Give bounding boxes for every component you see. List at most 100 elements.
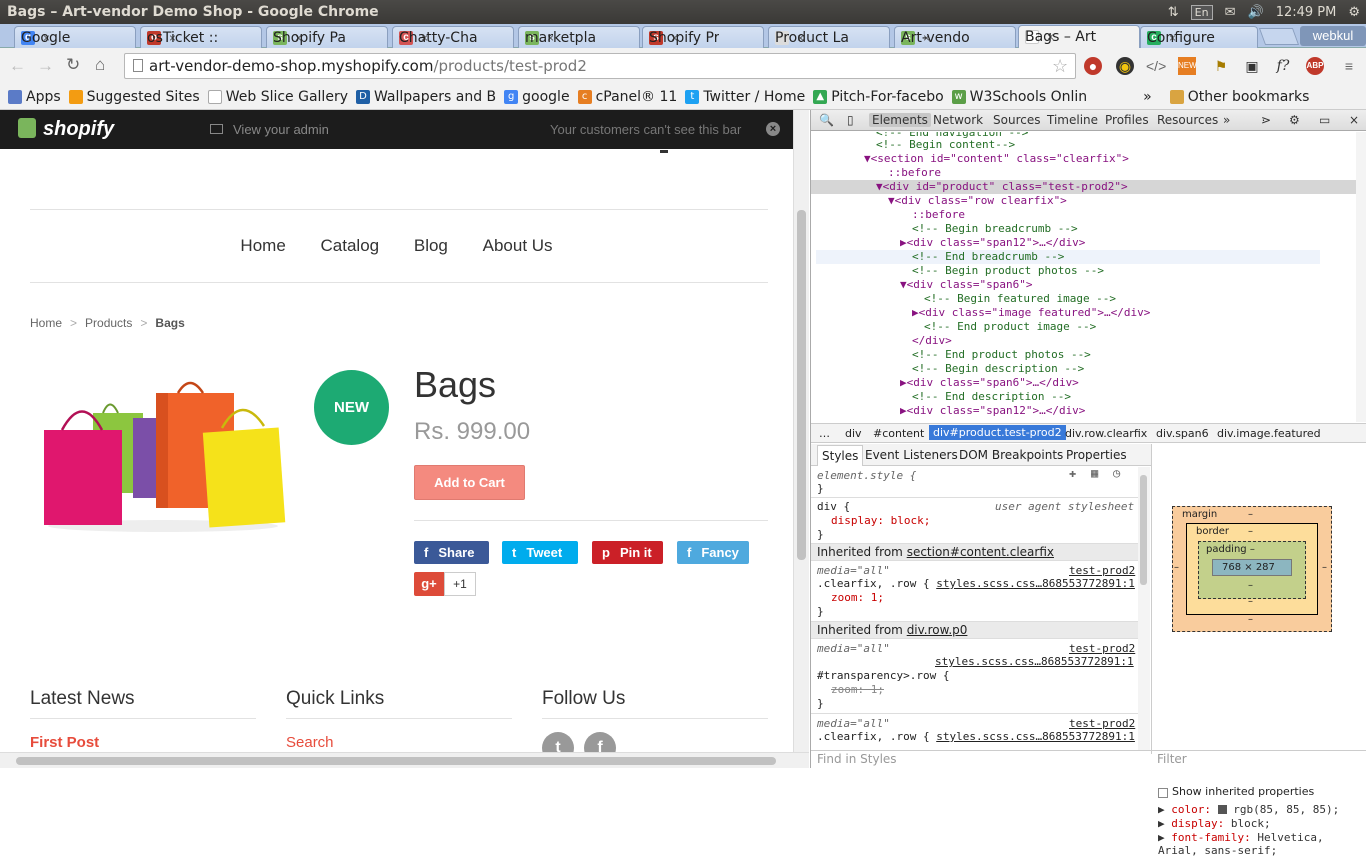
share-twitter-button[interactable]: t Tweet [502, 541, 578, 564]
adblock-icon[interactable]: ABP [1306, 57, 1324, 75]
prop-zoom[interactable]: zoom: 1; [831, 591, 884, 604]
show-inherited-checkbox[interactable] [1158, 788, 1168, 798]
menu-icon[interactable]: ≡ [1340, 57, 1358, 75]
bookmark-star-icon[interactable]: ☆ [1052, 56, 1068, 77]
tab-configure[interactable]: c Configure × [1140, 26, 1258, 48]
new-tab-button[interactable] [1258, 28, 1300, 45]
first-post-link[interactable]: First Post [30, 734, 99, 751]
clock[interactable]: 12:49 PM [1276, 5, 1337, 20]
product-image[interactable] [38, 378, 288, 533]
gear-icon[interactable]: ⚙ [1348, 5, 1360, 20]
forward-arrow-icon[interactable]: → [37, 56, 54, 76]
tab-timeline[interactable]: Timeline [1047, 113, 1098, 127]
extension-record-icon[interactable]: ● [1084, 57, 1102, 75]
rule-div[interactable]: div { [817, 500, 850, 513]
add-rule-icon[interactable]: ✚ [1069, 467, 1076, 480]
tab-osticket[interactable]: o osTicket :: × [140, 26, 262, 48]
extension-fx-icon[interactable]: f? [1274, 57, 1292, 75]
dom-node[interactable]: <!-- Begin breadcrumb --> [912, 222, 1078, 236]
breadcrumb-home[interactable]: Home [30, 316, 62, 330]
console-drawer-icon[interactable]: ⋗ [1261, 113, 1271, 127]
home-icon[interactable]: ⌂ [95, 55, 105, 75]
dom-node[interactable]: ▼<section id="content" class="clearfix"> [864, 152, 1129, 166]
crumb-content[interactable]: #content [873, 427, 924, 440]
nav-about-us[interactable]: About Us [483, 236, 553, 255]
bookmarks-overflow-icon[interactable]: » [1143, 89, 1152, 105]
dom-node[interactable]: <!-- Begin description --> [912, 362, 1084, 376]
crumb-row[interactable]: div.row.clearfix [1065, 427, 1147, 440]
back-arrow-icon[interactable]: ← [9, 56, 26, 76]
styles-scrollbar[interactable] [1138, 467, 1150, 750]
computed-font-family[interactable]: ▶ font-family: Helvetica, [1158, 831, 1324, 844]
tab-resources[interactable]: Resources [1157, 113, 1218, 127]
dom-node-selected[interactable]: ▼<div id="product" class="test-prod2"> [876, 180, 1128, 194]
crumb-div[interactable]: div [845, 427, 862, 440]
nav-home[interactable]: Home [240, 236, 285, 255]
bookmark-w3schools[interactable]: w W3Schools Onlin [951, 89, 1087, 105]
dom-node[interactable]: ▶<div class="span12">…</div> [900, 236, 1085, 250]
scrollbar-thumb[interactable] [797, 210, 806, 560]
tab-profiles[interactable]: Profiles [1105, 113, 1149, 127]
source-link[interactable]: test-prod2 [1069, 717, 1135, 730]
tab-shopify-pr[interactable]: s Shopify Pr × [642, 26, 764, 48]
dom-node[interactable]: ::before [912, 208, 965, 222]
page-vertical-scrollbar[interactable] [793, 110, 809, 758]
dom-node[interactable]: <!-- Begin product photos --> [912, 264, 1104, 278]
share-fancy-button[interactable]: f Fancy [677, 541, 749, 564]
subtab-event-listeners[interactable]: Event Listeners [865, 448, 958, 462]
tab-art-vendor[interactable]: s Art-vendo × [894, 26, 1016, 48]
share-pinterest-button[interactable]: p Pin it [592, 541, 663, 564]
bookmark-suggested-sites[interactable]: Suggested Sites [68, 89, 200, 105]
dom-node[interactable]: ::before [888, 166, 941, 180]
add-to-cart-button[interactable]: Add to Cart [414, 465, 525, 500]
bookmark-apps[interactable]: Apps [8, 89, 61, 105]
element-state-icon[interactable]: ◷ [1113, 467, 1120, 480]
computed-color[interactable]: ▶ color: rgb(85, 85, 85); [1158, 803, 1339, 816]
dom-node[interactable]: <!-- End breadcrumb --> [912, 250, 1064, 264]
scrollbar-thumb[interactable] [1140, 475, 1147, 585]
subtab-properties[interactable]: Properties [1066, 448, 1127, 462]
extension-new-icon[interactable]: NEW [1178, 57, 1197, 75]
address-bar[interactable]: art-vendor-demo-shop.myshopify.com/produ… [124, 53, 1076, 79]
device-mode-icon[interactable]: ▯ [847, 113, 854, 127]
bookmark-web-slice[interactable]: Web Slice Gallery [207, 89, 348, 105]
source-link[interactable]: test-prod2 [1069, 564, 1135, 577]
dom-node[interactable]: ▶<div class="span12">…</div> [900, 404, 1085, 418]
share-facebook-button[interactable]: f Share [414, 541, 489, 564]
tab-network[interactable]: Network [933, 113, 983, 127]
subtab-dom-breakpoints[interactable]: DOM Breakpoints [959, 448, 1063, 462]
dock-icon[interactable]: ▭ [1319, 113, 1330, 127]
dom-node[interactable]: ▼<div class="span6"> [900, 278, 1032, 292]
dom-tree-scrollbar[interactable] [1356, 132, 1366, 422]
toggle-state-icon[interactable]: ▦ [1091, 467, 1098, 480]
inspect-search-icon[interactable]: 🔍 [819, 113, 834, 127]
reload-icon[interactable]: ↻ [66, 55, 80, 75]
settings-gear-icon[interactable]: ⚙ [1289, 113, 1300, 127]
close-admin-bar-icon[interactable]: × [766, 122, 780, 136]
tab-sources[interactable]: Sources [993, 113, 1040, 127]
bookmark-google[interactable]: g google [504, 89, 570, 105]
dom-node[interactable]: <!-- Begin content--> [876, 138, 1015, 152]
tab-bags-active[interactable]: Bags – Art × [1018, 25, 1140, 48]
tab-chatty[interactable]: c Chatty-Cha × [392, 26, 514, 48]
profile-button[interactable]: webkul [1300, 26, 1366, 46]
nav-blog[interactable]: Blog [414, 236, 448, 255]
bookmark-twitter[interactable]: t Twitter / Home [685, 89, 805, 105]
color-swatch[interactable] [1217, 805, 1227, 814]
computed-filter-input[interactable]: Filter [1157, 752, 1187, 766]
rule-clearfix-row-2[interactable]: .clearfix, .row { styles.scss.css…868553… [817, 730, 1135, 743]
computed-display[interactable]: ▶ display: block; [1158, 817, 1271, 830]
close-devtools-icon[interactable]: × [1349, 113, 1359, 127]
tab-google[interactable]: g Google × [14, 26, 136, 48]
nav-catalog[interactable]: Catalog [321, 236, 380, 255]
tab-marketplace[interactable]: s marketpla × [518, 26, 640, 48]
shopify-logo[interactable]: shopify [18, 118, 114, 141]
find-in-styles-input[interactable]: Find in Styles [817, 752, 897, 766]
source-link[interactable]: test-prod2 [1069, 642, 1135, 655]
prop-zoom-overridden[interactable]: zoom: 1; [831, 683, 884, 696]
dom-node[interactable]: ▶<div class="span6">…</div> [900, 376, 1079, 390]
mail-icon[interactable]: ✉ [1225, 5, 1236, 20]
dom-node[interactable]: <!-- End product image --> [924, 320, 1096, 334]
rule-transparency-row[interactable]: #transparency>.row { [817, 669, 949, 682]
dom-node[interactable]: <!-- End product photos --> [912, 348, 1091, 362]
